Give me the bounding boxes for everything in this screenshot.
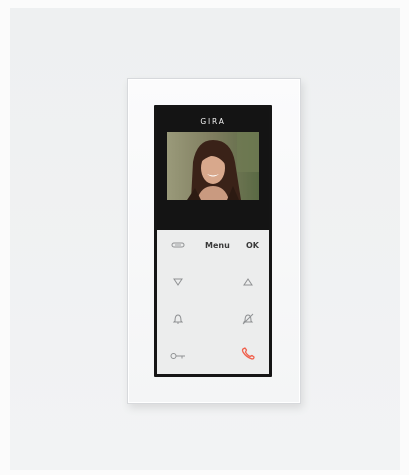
bell-mute-icon — [242, 313, 254, 325]
wall-frame: GIRA Menu OK — [127, 78, 301, 404]
door-station-indoor-unit: GIRA Menu OK — [154, 105, 272, 377]
door-open-button[interactable] — [167, 349, 189, 363]
brand-logo: GIRA — [200, 117, 226, 126]
call-button[interactable] — [237, 347, 259, 361]
ringtone-button[interactable] — [167, 312, 189, 326]
bell-icon — [173, 314, 183, 324]
triangle-down-icon — [173, 278, 183, 286]
keypad: Menu OK — [157, 230, 269, 374]
display-housing: GIRA — [157, 108, 269, 230]
intercom-icon — [171, 242, 185, 248]
video-feed-image — [167, 132, 259, 200]
key-icon — [170, 353, 185, 359]
scroll-up-button[interactable] — [237, 275, 259, 289]
menu-button[interactable]: Menu — [205, 241, 230, 250]
phone-handset-icon — [241, 347, 255, 360]
intercom-button[interactable] — [167, 238, 189, 252]
mute-button[interactable] — [237, 312, 259, 326]
triangle-up-icon — [243, 278, 253, 286]
scroll-down-button[interactable] — [167, 275, 189, 289]
ok-button[interactable]: OK — [246, 241, 259, 250]
video-screen — [167, 132, 259, 200]
